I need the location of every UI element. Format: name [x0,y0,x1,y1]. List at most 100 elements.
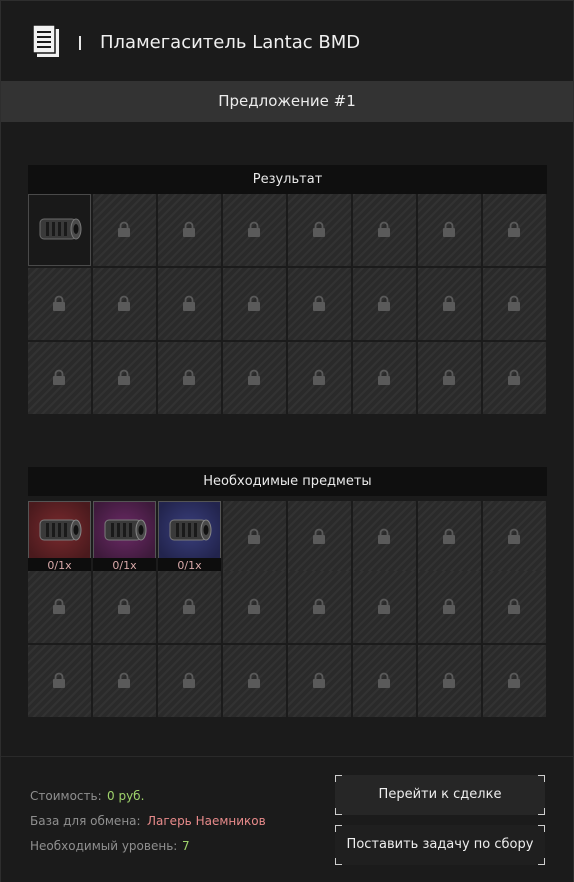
locked-slot [223,268,286,340]
locked-slot [418,268,481,340]
cost-value: 0 руб. [107,789,145,803]
cost-label: Стоимость: [30,789,102,803]
footer: Стоимость: 0 руб. База для обмена: Лагер… [1,756,573,882]
locked-slot [223,571,286,643]
locked-slot [418,194,481,266]
locked-slot [483,501,546,573]
locked-slot [353,571,416,643]
crafting-window: Пламегаситель Lantac BMD Предложение #1 … [0,0,574,882]
locked-slot [28,645,91,717]
flash-hider-icon [104,519,147,541]
lock-icon [53,598,65,614]
go-to-trade-label: Перейти к сделке [378,787,502,802]
lock-icon [183,672,195,688]
required-grid: 0/1x 0/1x 0/1x [28,497,548,719]
go-to-trade-button[interactable]: Перейти к сделке [335,775,545,815]
locked-slot [93,571,156,643]
lock-icon [378,528,390,544]
locked-slot [483,571,546,643]
locked-slot [418,645,481,717]
lock-icon [53,369,65,385]
header: Пламегаситель Lantac BMD [1,1,573,81]
exchange-base-value: Лагерь Наемников [147,814,266,828]
set-craft-task-button[interactable]: Поставить задачу по сбору [335,825,545,865]
locked-slot [288,571,351,643]
locked-slot [353,342,416,414]
lock-icon [313,295,325,311]
locked-slot [28,571,91,643]
lock-icon [443,221,455,237]
lock-icon [508,528,520,544]
result-item-slot[interactable] [28,194,91,266]
lock-icon [53,295,65,311]
lock-icon [443,598,455,614]
lock-icon [118,221,130,237]
locked-slot [223,194,286,266]
locked-slot [93,645,156,717]
locked-slot [28,268,91,340]
locked-slot [353,268,416,340]
locked-slot [353,645,416,717]
lock-icon [313,528,325,544]
lock-icon [443,672,455,688]
locked-slot [288,268,351,340]
result-grid [28,194,548,416]
title-separator [79,36,81,50]
locked-slot [223,342,286,414]
lock-icon [443,295,455,311]
lock-icon [508,295,520,311]
document-icon [32,24,59,57]
result-section-title: Результат [28,165,547,194]
lock-icon [183,598,195,614]
lock-icon [378,672,390,688]
locked-slot [158,342,221,414]
lock-icon [248,295,260,311]
locked-slot [418,571,481,643]
offer-title: Предложение #1 [1,81,573,122]
lock-icon [118,598,130,614]
locked-slot [93,268,156,340]
lock-icon [248,528,260,544]
lock-icon [313,221,325,237]
lock-icon [248,221,260,237]
lock-icon [248,598,260,614]
required-item-slot-2[interactable]: 0/1x [93,501,156,573]
lock-icon [118,672,130,688]
required-level-value: 7 [182,839,190,853]
flash-hider-icon [39,218,82,240]
locked-slot [223,501,286,573]
required-level-label: Необходимый уровень: [30,839,178,853]
required-item-slot-3[interactable]: 0/1x [158,501,221,573]
locked-slot [158,268,221,340]
lock-icon [313,598,325,614]
set-craft-task-label: Поставить задачу по сбору [346,837,534,852]
lock-icon [248,369,260,385]
lock-icon [508,221,520,237]
required-item-slot-1[interactable]: 0/1x [28,501,91,573]
locked-slot [483,342,546,414]
locked-slot [418,501,481,573]
flash-hider-icon [39,519,82,541]
lock-icon [443,528,455,544]
lock-icon [313,672,325,688]
lock-icon [378,221,390,237]
lock-icon [378,369,390,385]
lock-icon [118,295,130,311]
lock-icon [378,598,390,614]
locked-slot [353,194,416,266]
locked-slot [483,268,546,340]
locked-slot [93,342,156,414]
flash-hider-icon [169,519,212,541]
lock-icon [508,672,520,688]
locked-slot [28,342,91,414]
locked-slot [223,645,286,717]
locked-slot [288,645,351,717]
exchange-base-label: База для обмена: [30,814,141,828]
locked-slot [483,194,546,266]
locked-slot [288,194,351,266]
locked-slot [418,342,481,414]
lock-icon [248,672,260,688]
lock-icon [183,369,195,385]
lock-icon [183,221,195,237]
locked-slot [93,194,156,266]
